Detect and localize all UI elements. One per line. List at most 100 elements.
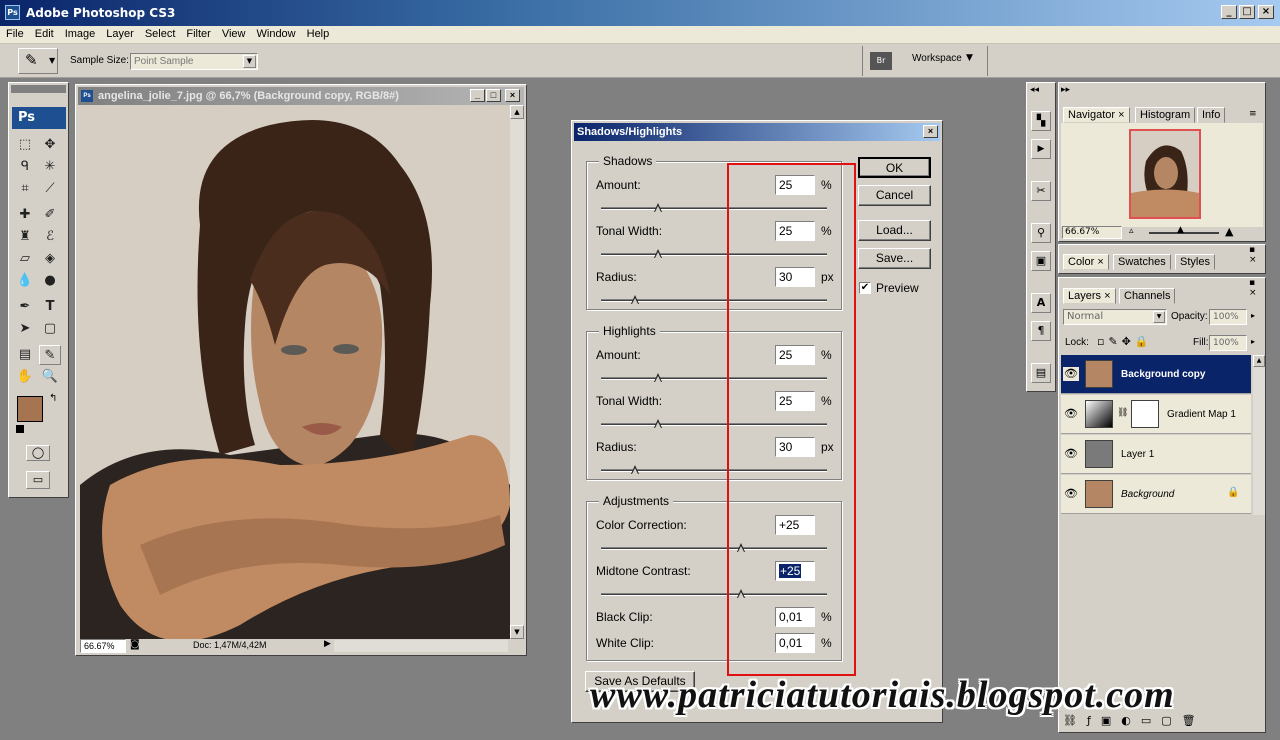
- slider-thumb[interactable]: [630, 295, 640, 305]
- slice-tool-icon[interactable]: ⟋: [39, 179, 61, 199]
- highlights-amount-slider[interactable]: [601, 373, 827, 382]
- crop-tool-icon[interactable]: ⌗: [14, 179, 36, 199]
- shadows-radius-field[interactable]: 30: [775, 267, 815, 287]
- paragraph-icon[interactable]: ¶: [1031, 321, 1051, 341]
- tab-swatches[interactable]: Swatches: [1113, 254, 1171, 270]
- character-icon[interactable]: A: [1031, 293, 1051, 313]
- layer-comps-icon[interactable]: ▤: [1031, 363, 1051, 383]
- navigator-zoom-field[interactable]: 66.67%: [1062, 226, 1122, 239]
- doc-maximize-button[interactable]: □: [486, 89, 501, 102]
- marquee-tool-icon[interactable]: ⬚: [14, 135, 36, 155]
- screen-mode-icon[interactable]: ▭: [26, 471, 50, 489]
- path-select-icon[interactable]: ➤: [14, 319, 36, 339]
- fill-field[interactable]: 100%: [1209, 335, 1247, 351]
- visibility-eye-icon[interactable]: 👁: [1063, 487, 1079, 501]
- highlights-radius-field[interactable]: 30: [775, 437, 815, 457]
- tab-channels[interactable]: Channels: [1119, 288, 1176, 304]
- shadows-tonal-slider[interactable]: [601, 249, 827, 258]
- photoshop-logo[interactable]: Ps: [12, 107, 66, 129]
- visibility-eye-icon[interactable]: 👁: [1063, 407, 1079, 421]
- tab-layers[interactable]: Layers ×: [1063, 288, 1116, 304]
- layer-row-gradient-map[interactable]: 👁 ⛓ Gradient Map 1: [1061, 395, 1251, 434]
- zoom-in-icon[interactable]: ▲: [1225, 225, 1233, 238]
- link-chain-icon[interactable]: ⛓: [1117, 408, 1128, 418]
- midtone-contrast-slider[interactable]: [601, 589, 827, 598]
- hand-tool-icon[interactable]: ✋: [14, 367, 36, 387]
- shadows-radius-slider[interactable]: [601, 295, 827, 304]
- actions-icon[interactable]: ▶: [1031, 139, 1051, 159]
- tab-info[interactable]: Info: [1197, 107, 1226, 123]
- visibility-eye-icon[interactable]: 👁: [1063, 367, 1079, 381]
- highlights-tonal-slider[interactable]: [601, 419, 827, 428]
- collapse-icon[interactable]: ▸▸: [1061, 85, 1070, 95]
- slider-thumb[interactable]: [737, 589, 746, 599]
- slider-thumb[interactable]: [653, 203, 663, 213]
- tool-presets-icon[interactable]: ✂: [1031, 181, 1051, 201]
- menu-help[interactable]: Help: [301, 26, 335, 42]
- layers-scrollbar[interactable]: ▲: [1253, 355, 1265, 515]
- menu-image[interactable]: Image: [59, 26, 101, 42]
- document-canvas-photo[interactable]: [80, 105, 510, 639]
- doc-minimize-button[interactable]: _: [470, 89, 485, 102]
- sample-size-select[interactable]: Point Sample ▼: [130, 53, 258, 70]
- swap-colors-icon[interactable]: ↰: [49, 393, 57, 404]
- highlights-amount-field[interactable]: 25: [775, 345, 815, 365]
- default-colors-icon[interactable]: [16, 425, 24, 433]
- status-arrow-icon[interactable]: ▶: [324, 639, 331, 649]
- slider-thumb[interactable]: [653, 249, 663, 259]
- ok-button[interactable]: OK: [858, 157, 931, 178]
- brush-tool-icon[interactable]: ✐: [39, 205, 61, 225]
- slider-thumb[interactable]: [630, 465, 640, 475]
- foreground-color-swatch[interactable]: [17, 396, 43, 422]
- horizontal-scrollbar[interactable]: [334, 640, 508, 652]
- doc-close-button[interactable]: ×: [505, 89, 520, 102]
- preview-checkbox[interactable]: ✔: [859, 282, 871, 294]
- paint-bucket-icon[interactable]: ◈: [39, 249, 61, 269]
- color-correction-slider[interactable]: [601, 543, 827, 552]
- highlights-tonal-field[interactable]: 25: [775, 391, 815, 411]
- color-correction-field[interactable]: +25: [775, 515, 815, 535]
- panel-close-icon[interactable]: ▪ ×: [1249, 245, 1265, 265]
- black-clip-field[interactable]: 0,01: [775, 607, 815, 627]
- layer-row-background-copy[interactable]: 👁 Background copy: [1061, 355, 1251, 394]
- menu-file[interactable]: File: [0, 26, 29, 42]
- tool-preset-picker[interactable]: ✎ ▼: [18, 48, 58, 74]
- notes-tool-icon[interactable]: ▤: [14, 345, 36, 365]
- scroll-up-icon[interactable]: ▲: [510, 105, 524, 119]
- panel-menu-icon[interactable]: ≡: [1249, 109, 1257, 119]
- menu-window[interactable]: Window: [251, 26, 301, 42]
- toolbox-header[interactable]: [11, 85, 66, 93]
- eyedropper-tool-icon[interactable]: ✎: [39, 345, 61, 365]
- shadows-tonal-field[interactable]: 25: [775, 221, 815, 241]
- shadows-amount-field[interactable]: 25: [775, 175, 815, 195]
- magic-wand-icon[interactable]: ✳: [39, 157, 61, 177]
- menu-view[interactable]: View: [216, 26, 251, 42]
- eraser-tool-icon[interactable]: ▱: [14, 249, 36, 269]
- brushes-icon[interactable]: ⚲: [1031, 223, 1051, 243]
- history-icon[interactable]: ▚: [1031, 111, 1051, 131]
- move-tool-icon[interactable]: ✥: [39, 135, 61, 155]
- layer-row-layer-1[interactable]: 👁 Layer 1: [1061, 435, 1251, 474]
- blur-tool-icon[interactable]: 💧: [14, 271, 36, 291]
- bridge-button[interactable]: Br: [870, 52, 892, 70]
- minimize-button[interactable]: _: [1221, 5, 1237, 19]
- document-title-bar[interactable]: Ps angelina_jolie_7.jpg @ 66,7% (Backgro…: [78, 87, 524, 105]
- save-button[interactable]: Save...: [858, 248, 931, 269]
- cancel-button[interactable]: Cancel: [858, 185, 931, 206]
- workspace-menu[interactable]: Workspace: [912, 53, 962, 64]
- dialog-close-button[interactable]: ×: [923, 125, 938, 138]
- slider-thumb[interactable]: [653, 419, 663, 429]
- tab-color[interactable]: Color ×: [1063, 254, 1109, 270]
- slider-thumb[interactable]: [737, 543, 746, 553]
- clone-stamp-icon[interactable]: ♜: [14, 227, 36, 247]
- shadows-amount-slider[interactable]: [601, 203, 827, 212]
- healing-brush-icon[interactable]: ✚: [14, 205, 36, 225]
- menu-layer[interactable]: Layer: [100, 26, 139, 42]
- blend-mode-select[interactable]: Normal ▼: [1063, 309, 1167, 325]
- white-clip-field[interactable]: 0,01: [775, 633, 815, 653]
- tab-styles[interactable]: Styles: [1175, 254, 1215, 270]
- zoom-field[interactable]: 66.67%: [80, 639, 126, 653]
- clone-source-icon[interactable]: ▣: [1031, 251, 1051, 271]
- maximize-button[interactable]: □: [1239, 5, 1255, 19]
- close-button[interactable]: ×: [1258, 5, 1274, 19]
